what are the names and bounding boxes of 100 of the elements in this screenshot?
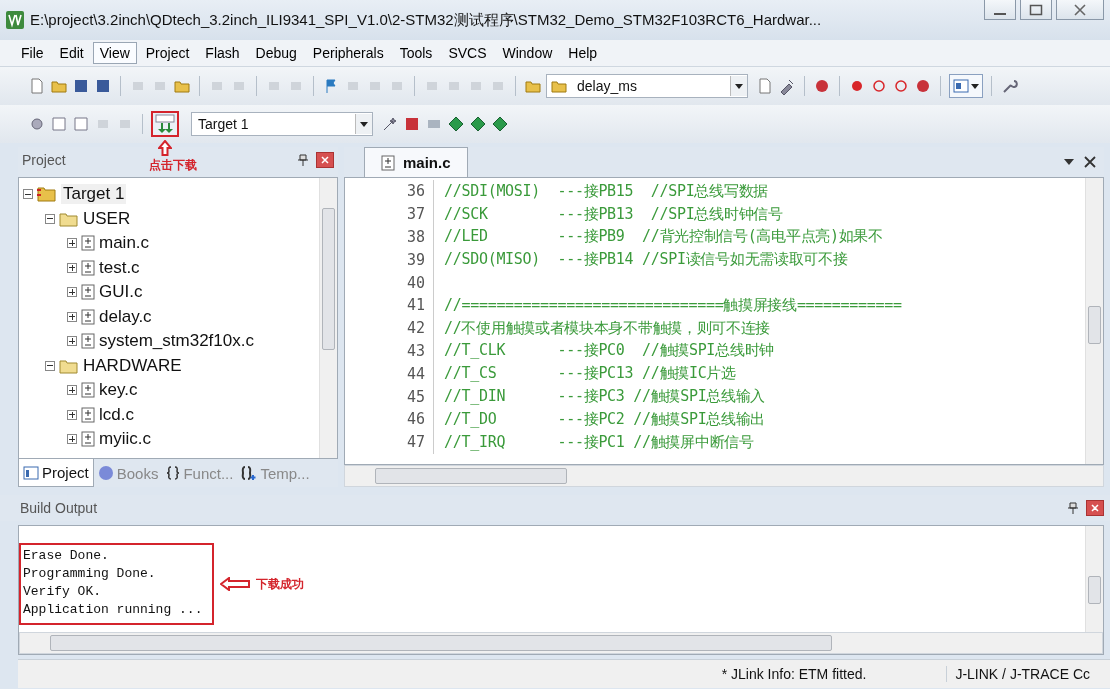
menu-item[interactable]: Debug <box>248 42 304 64</box>
maximize-button[interactable] <box>1020 0 1052 20</box>
menu-item[interactable]: Help <box>561 42 605 64</box>
code-line: //T_CLK ---接PC0 //触摸SPI总线时钟 <box>443 341 774 361</box>
target-icon <box>37 186 57 203</box>
tree-item[interactable]: key.c <box>99 380 138 401</box>
menu-item[interactable]: File <box>14 42 51 64</box>
minimize-button[interactable] <box>984 0 1016 20</box>
expander-icon[interactable] <box>45 213 55 224</box>
annotation-label: 点击下载 <box>149 157 197 174</box>
line-number: 38 <box>345 225 434 249</box>
caret-icon <box>971 83 979 89</box>
vertical-scrollbar[interactable] <box>1085 526 1103 632</box>
kill-breakpoints-icon[interactable] <box>892 77 910 95</box>
file-icon <box>81 308 95 325</box>
vertical-scrollbar[interactable] <box>319 178 337 458</box>
output-line: Erase Done. <box>23 547 110 565</box>
tree-item[interactable]: USER <box>83 208 131 229</box>
horizontal-scrollbar[interactable] <box>19 632 1103 654</box>
pin-icon[interactable] <box>1068 502 1078 514</box>
status-message: * JLink Info: ETM fitted. <box>721 666 868 682</box>
line-number: 44 <box>345 362 434 386</box>
panel-tab[interactable]: Project <box>18 459 94 487</box>
code-line: //SDI(MOSI) ---接PB15 //SPI总线写数据 <box>443 181 768 201</box>
menu-item[interactable]: Tools <box>392 42 440 64</box>
close-icon[interactable] <box>1084 156 1096 168</box>
file-icon <box>81 382 95 399</box>
line-number: 45 <box>345 385 434 408</box>
menu-item[interactable]: Project <box>138 42 197 64</box>
expander-icon[interactable] <box>23 189 33 200</box>
expander-icon[interactable] <box>67 238 77 249</box>
menu-item[interactable]: View <box>92 42 137 64</box>
line-number: 39 <box>345 248 434 272</box>
expander-icon[interactable] <box>67 311 77 322</box>
file-icon <box>81 333 95 350</box>
editor-tab[interactable]: main.c <box>364 147 468 177</box>
code-line: //T_IRQ ---接PC1 //触摸屏中断信号 <box>443 432 754 452</box>
tree-item[interactable]: test.c <box>99 257 140 278</box>
menu-item[interactable]: Edit <box>52 42 91 64</box>
file-icon <box>81 406 95 423</box>
tree-item[interactable]: delay.c <box>99 306 152 327</box>
line-number: 37 <box>345 202 434 226</box>
expander-icon[interactable] <box>67 385 77 396</box>
expander-icon[interactable] <box>67 336 77 347</box>
code-line: //SDO(MISO) ---接PB14 //SPI读信号如无需读取可不接 <box>443 250 848 270</box>
dropdown-icon[interactable] <box>1064 159 1074 165</box>
expander-icon[interactable] <box>67 262 77 273</box>
tree-item[interactable]: system_stm32f10x.c <box>99 331 254 352</box>
status-debugger: J-LINK / J-TRACE Cc <box>946 666 1110 682</box>
braces-icon <box>166 466 181 480</box>
menu-item[interactable]: Peripherals <box>305 42 391 64</box>
file-icon <box>81 235 95 252</box>
expander-icon[interactable] <box>67 409 77 420</box>
find-combo-box[interactable]: delay_ms <box>546 74 748 98</box>
output-line: Verify OK. <box>23 583 102 601</box>
code-line: //T_DIN ---接PC3 //触摸SPI总线输入 <box>443 387 766 407</box>
line-number: 46 <box>345 407 434 431</box>
code-line: //不使用触摸或者模块本身不带触摸，则可不连接 <box>443 318 771 338</box>
window-icon <box>953 79 969 93</box>
output-line: Programming Done. <box>23 565 157 583</box>
vertical-scrollbar[interactable] <box>1085 178 1103 464</box>
window-title: E:\project\3.2inch\QDtech_3.2inch_ILI9341_SPI_V1.0\2-STM32测试程序\STM32_Demo_STM32F103RCT6_Hardwar... <box>30 10 822 30</box>
output-line: Application running ... <box>23 601 203 619</box>
expander-icon[interactable] <box>45 360 55 371</box>
tree-item[interactable]: GUI.c <box>99 282 143 303</box>
horizontal-scrollbar[interactable] <box>344 465 1104 487</box>
menu-item[interactable]: Flash <box>198 42 247 64</box>
tree-item[interactable]: myiic.c <box>99 429 151 450</box>
close-panel-button[interactable] <box>1086 500 1104 516</box>
tree-item[interactable]: lcd.c <box>99 404 134 425</box>
pin-icon[interactable] <box>298 154 308 166</box>
close-icon <box>1091 504 1099 512</box>
line-number: 42 <box>345 316 434 340</box>
file-icon <box>81 259 95 276</box>
close-panel-button[interactable] <box>316 152 334 168</box>
code-line: //T_CS ---接PC13 //触摸IC片选 <box>443 364 736 384</box>
expander-icon[interactable] <box>67 287 77 298</box>
expander-icon[interactable] <box>67 434 77 445</box>
options-icon[interactable] <box>381 115 399 133</box>
window-layout-button[interactable] <box>949 74 983 98</box>
target-combo-box[interactable]: Target 1 <box>191 112 373 136</box>
tree-item[interactable]: Target 1 <box>61 184 127 205</box>
menu-item[interactable]: Window <box>495 42 560 64</box>
project-window-icon <box>23 465 39 480</box>
books-icon <box>97 465 114 481</box>
close-icon <box>321 156 329 164</box>
close-button[interactable] <box>1056 0 1104 20</box>
line-number: 36 <box>345 180 434 203</box>
file-icon <box>81 431 95 448</box>
tree-item[interactable]: HARDWARE <box>83 355 182 376</box>
line-number: 40 <box>345 271 434 294</box>
file-icon <box>81 284 95 301</box>
app-logo-icon <box>6 11 24 29</box>
tree-item[interactable]: main.c <box>99 233 150 254</box>
annotation-label: 下载成功 <box>256 575 305 593</box>
menu-item[interactable]: SVCS <box>441 42 494 64</box>
download-button[interactable] <box>151 111 179 137</box>
start-debug-icon[interactable] <box>813 77 831 95</box>
panel-title: Project <box>22 152 66 168</box>
diamond-icon[interactable] <box>447 115 465 133</box>
